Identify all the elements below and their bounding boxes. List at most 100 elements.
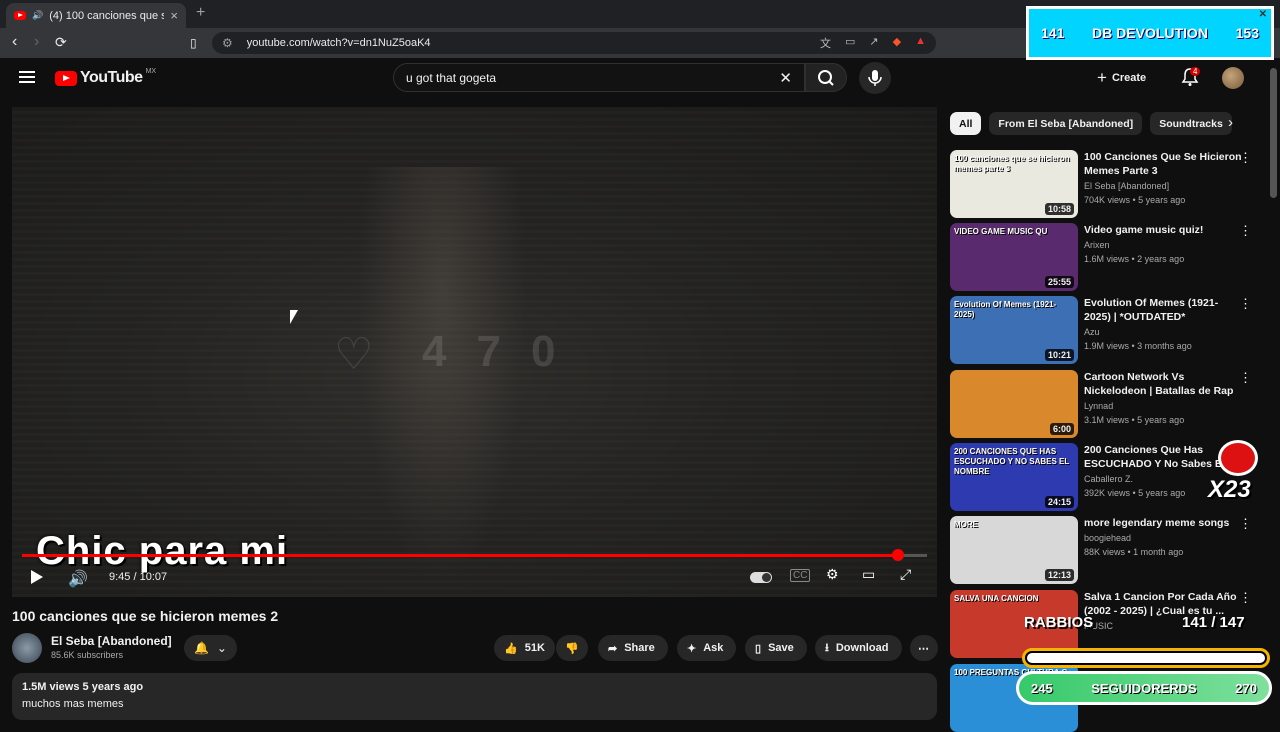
more-vertical-icon[interactable]: ⋮: [1239, 296, 1252, 312]
video-player[interactable]: ♡ 470 Chic para mi 🔊 9:45 / 10:07 CC ⚙ ▭…: [12, 107, 937, 597]
subscription-bell-button[interactable]: 🔔 ⌄: [184, 635, 237, 661]
like-count: 51K: [524, 642, 545, 654]
bell-icon: 🔔: [193, 641, 209, 655]
clear-search-icon[interactable]: ✕: [779, 69, 792, 87]
thumbnail-text: Evolution Of Memes (1921-2025): [954, 300, 1057, 319]
forward-icon[interactable]: ›: [34, 33, 39, 51]
like-button[interactable]: 👍 51K: [494, 635, 555, 661]
play-icon[interactable]: [31, 570, 43, 584]
settings-gear-icon[interactable]: ⚙: [826, 566, 839, 583]
address-bar[interactable]: ⚙ youtube.com/watch?v=dn1NuZ5oaK4 文 ▭ ↗ …: [212, 32, 936, 54]
browser-tab[interactable]: 🔊 (4) 100 canciones que se hicie ×: [6, 3, 186, 28]
save-button[interactable]: ▯ Save: [745, 635, 807, 661]
recommended-channel[interactable]: Arixen: [1084, 240, 1110, 250]
recommended-title[interactable]: 100 Canciones Que Se Hicieron Memes Part…: [1084, 150, 1244, 178]
cast-icon[interactable]: ▭: [845, 35, 855, 51]
description-box[interactable]: 1.5M views 5 years ago muchos mas memes: [12, 673, 937, 720]
tab-close-icon[interactable]: ×: [170, 8, 178, 23]
sparkle-icon: ✦: [687, 642, 697, 655]
followers-target: 270: [1235, 680, 1257, 696]
search-button[interactable]: [805, 63, 847, 92]
search-icon: [818, 70, 834, 86]
captions-icon[interactable]: CC: [790, 569, 811, 582]
ask-button[interactable]: ✦ Ask: [677, 635, 736, 661]
reload-icon[interactable]: ⟳: [55, 34, 67, 51]
video-thumbnail[interactable]: 6:00: [950, 370, 1078, 438]
share-page-icon[interactable]: ↗: [869, 35, 878, 51]
recommended-channel[interactable]: Caballero Z.: [1084, 474, 1133, 484]
more-vertical-icon[interactable]: ⋮: [1239, 516, 1252, 532]
user-avatar[interactable]: [1222, 67, 1244, 89]
recommended-title[interactable]: Cartoon Network Vs Nickelodeon | Batalla…: [1084, 370, 1244, 398]
download-button[interactable]: ⭳ Download: [815, 635, 902, 661]
bookmark-icon[interactable]: ▯: [190, 36, 197, 50]
recommended-channel[interactable]: Lynnad: [1084, 401, 1113, 411]
site-info-icon[interactable]: ⚙: [222, 36, 233, 50]
search-input[interactable]: u got that gogeta ✕: [393, 63, 805, 92]
recommended-channel[interactable]: boogiehead: [1084, 533, 1131, 543]
chips-next-chevron-icon[interactable]: ›: [1228, 114, 1233, 131]
channel-name[interactable]: El Seba [Abandoned]: [51, 634, 172, 648]
recommended-title[interactable]: Evolution Of Memes (1921-2025) | *OUTDAT…: [1084, 296, 1244, 324]
create-button[interactable]: + Create: [1097, 66, 1163, 89]
thumbnail-text: SALVA UNA CANCION: [954, 594, 1039, 603]
new-tab-button[interactable]: +: [196, 4, 205, 22]
duration-badge: 10:58: [1044, 203, 1074, 215]
chip-all[interactable]: All: [950, 112, 982, 135]
voice-search-button[interactable]: [859, 62, 891, 94]
recommended-meta: 88K views • 1 month ago: [1084, 547, 1184, 557]
search-query: u got that gogeta: [406, 70, 497, 85]
hamburger-menu-icon[interactable]: [19, 71, 35, 83]
recommended-channel[interactable]: Azu: [1084, 327, 1100, 337]
brave-rewards-icon[interactable]: ▲: [915, 35, 926, 51]
video-thumbnail[interactable]: VIDEO GAME MUSIC QU 25:55: [950, 223, 1078, 291]
page-scrollbar[interactable]: [1270, 68, 1277, 198]
scrubber-handle[interactable]: [892, 549, 905, 561]
recommended-channel[interactable]: El Seba [Abandoned]: [1084, 181, 1169, 191]
duration-badge: 25:55: [1044, 276, 1074, 288]
subscriber-count: 85.6K subscribers: [51, 650, 124, 660]
duration-badge: 6:00: [1049, 423, 1074, 435]
channel-avatar[interactable]: [12, 633, 42, 663]
back-icon[interactable]: ‹: [12, 33, 17, 51]
recommended-video[interactable]: Evolution Of Memes (1921-2025) 10:21 Evolu…: [950, 296, 1268, 364]
dislike-button[interactable]: 👎: [556, 635, 588, 661]
more-vertical-icon[interactable]: ⋮: [1239, 590, 1252, 606]
more-actions-button[interactable]: ⋯: [910, 635, 938, 661]
follower-count: 141 / 147: [1182, 614, 1245, 631]
share-button[interactable]: ➦ Share: [598, 635, 668, 661]
youtube-logo[interactable]: YouTube MX: [55, 68, 156, 87]
video-thumbnail[interactable]: 100 canciones que se hicieron memes part…: [950, 150, 1078, 218]
autoplay-toggle[interactable]: [750, 572, 772, 583]
recommended-meta: 3.1M views • 5 years ago: [1084, 415, 1185, 425]
more-vertical-icon[interactable]: ⋮: [1239, 223, 1252, 239]
video-thumbnail[interactable]: Evolution Of Memes (1921-2025) 10:21: [950, 296, 1078, 364]
recommended-video[interactable]: 6:00 Cartoon Network Vs Nickelodeon | Bat…: [950, 370, 1268, 438]
volume-icon[interactable]: 🔊: [68, 569, 88, 589]
description-text: muchos mas memes: [22, 698, 124, 710]
more-vertical-icon[interactable]: ⋮: [1239, 370, 1252, 386]
goal-progress-bar: [1022, 648, 1270, 668]
theater-mode-icon[interactable]: ▭: [862, 566, 875, 583]
recommended-video[interactable]: VIDEO GAME MUSIC QU 25:55 Video game music…: [950, 223, 1268, 291]
brave-shield-icon[interactable]: ◆: [893, 35, 901, 51]
thumbs-up-icon: 👍: [504, 642, 518, 655]
youtube-favicon-icon: [14, 11, 26, 20]
video-thumbnail[interactable]: 200 CANCIONES QUE HAS ESCUCHADO Y NO SAB…: [950, 443, 1078, 511]
chip-soundtracks[interactable]: Soundtracks: [1150, 112, 1232, 135]
recommended-title[interactable]: more legendary meme songs: [1084, 516, 1244, 530]
recommended-title[interactable]: Video game music quiz!: [1084, 223, 1244, 237]
recommended-video[interactable]: 100 canciones que se hicieron memes part…: [950, 150, 1268, 218]
x23-overlay: X23: [1208, 440, 1268, 508]
share-label: Share: [624, 642, 655, 654]
video-thumbnail[interactable]: MORE 12:13: [950, 516, 1078, 584]
more-vertical-icon[interactable]: ⋮: [1239, 150, 1252, 166]
chip-from-channel[interactable]: From El Seba [Abandoned]: [989, 112, 1143, 135]
youtube-play-logo-icon: [55, 70, 77, 86]
progress-bar[interactable]: [22, 554, 927, 557]
goal-target: 153: [1235, 25, 1259, 41]
translate-icon[interactable]: 文: [820, 35, 831, 51]
thumbs-down-icon: 👎: [565, 642, 579, 655]
recommended-video[interactable]: MORE 12:13 more legendary meme songs boogie…: [950, 516, 1268, 584]
fullscreen-icon[interactable]: ⤢: [900, 566, 911, 583]
